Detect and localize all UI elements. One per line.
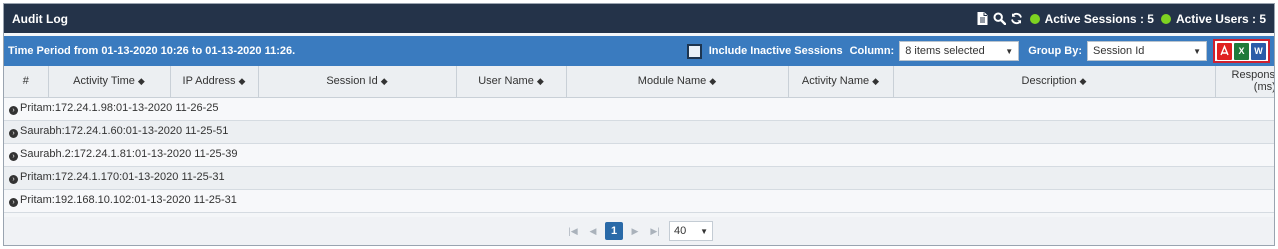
- group-label: Saurabh.2:172.24.1.81:01-13-2020 11-25-3…: [20, 148, 238, 160]
- filter-controls: Include Inactive Sessions Column: 8 item…: [686, 39, 1270, 63]
- group-row[interactable]: › Pritam:192.168.10.102:01-13-2020 11-25-…: [4, 189, 1274, 213]
- active-sessions-status-icon: [1029, 13, 1040, 24]
- pdf-export-icon[interactable]: [1217, 42, 1232, 60]
- document-icon[interactable]: [976, 12, 989, 25]
- column-header-session-id[interactable]: Session Id ◆: [258, 66, 457, 98]
- page-size-value: 40: [674, 225, 687, 237]
- active-users-count[interactable]: Active Users : 5: [1176, 12, 1266, 26]
- previous-page-icon[interactable]: ◀: [585, 222, 601, 240]
- group-by-select[interactable]: Session Id ▼: [1087, 41, 1207, 61]
- filter-bar: Time Period from 01-13-2020 10:26 to 01-…: [4, 36, 1274, 66]
- chevron-down-icon: ▼: [700, 227, 708, 236]
- chevron-down-icon: ▼: [1005, 47, 1014, 56]
- page-number-button[interactable]: 1: [605, 222, 623, 240]
- pagination: |◀ ◀ 1 ▶ ▶| 40 ▼: [4, 217, 1274, 245]
- sort-icon: ◆: [872, 76, 880, 87]
- last-page-icon[interactable]: ▶|: [647, 222, 663, 240]
- group-label: Pritam:172.24.1.98:01-13-2020 11-26-25: [20, 102, 219, 114]
- include-inactive-label: Include Inactive Sessions: [708, 45, 843, 57]
- expand-chevron-icon[interactable]: ›: [9, 152, 18, 161]
- include-inactive-checkbox[interactable]: [686, 43, 702, 59]
- group-by-select-value: Session Id: [1093, 45, 1145, 57]
- column-header-index: #: [4, 66, 49, 98]
- title-bar: Audit Log Active Sessions : 5 Active Use…: [4, 4, 1274, 33]
- audit-log-panel: Audit Log Active Sessions : 5 Active Use…: [3, 3, 1275, 246]
- column-header-ip-address[interactable]: IP Address ◆: [170, 66, 259, 98]
- time-period-text: Time Period from 01-13-2020 10:26 to 01-…: [8, 45, 296, 57]
- sort-icon: ◆: [137, 76, 145, 87]
- sort-icon: ◆: [536, 76, 544, 87]
- sort-icon: ◆: [380, 76, 388, 87]
- sort-icon: ◆: [238, 76, 246, 87]
- expand-chevron-icon[interactable]: ›: [9, 106, 18, 115]
- next-page-icon[interactable]: ▶: [627, 222, 643, 240]
- group-row[interactable]: › Saurabh:172.24.1.60:01-13-2020 11-25-51: [4, 120, 1274, 144]
- column-header-user-name[interactable]: User Name ◆: [456, 66, 567, 98]
- column-header-module-name[interactable]: Module Name ◆: [566, 66, 789, 98]
- active-users-status-icon: [1160, 13, 1171, 24]
- refresh-icon[interactable]: [1010, 12, 1023, 25]
- title-toolbar: Active Sessions : 5 Active Users : 5: [976, 12, 1266, 26]
- expand-chevron-icon[interactable]: ›: [9, 198, 18, 207]
- column-select[interactable]: 8 items selected ▼: [899, 41, 1020, 61]
- page-size-select[interactable]: 40 ▼: [669, 221, 713, 241]
- column-header-response-time[interactable]: Response Time (ms)◆: [1215, 66, 1274, 98]
- audit-log-table: # Activity Time ◆ IP Address ◆ Session Id ◆…: [4, 66, 1274, 213]
- column-label: Column:: [849, 45, 895, 57]
- column-select-value: 8 items selected: [905, 45, 985, 57]
- sort-icon: ◆: [709, 76, 717, 87]
- expand-chevron-icon[interactable]: ›: [9, 129, 18, 138]
- export-buttons: X W: [1213, 39, 1270, 63]
- group-by-label: Group By:: [1028, 45, 1082, 57]
- word-export-icon[interactable]: W: [1251, 42, 1266, 60]
- group-label: Pritam:192.168.10.102:01-13-2020 11-25-3…: [20, 194, 237, 206]
- column-header-activity-time[interactable]: Activity Time ◆: [48, 66, 171, 98]
- column-header-description[interactable]: Description ◆: [893, 66, 1216, 98]
- page-title: Audit Log: [12, 11, 68, 26]
- excel-export-icon[interactable]: X: [1234, 42, 1249, 60]
- active-sessions-count[interactable]: Active Sessions : 5: [1045, 12, 1154, 26]
- sort-icon: ◆: [1079, 76, 1087, 87]
- search-icon[interactable]: [993, 12, 1006, 25]
- expand-chevron-icon[interactable]: ›: [9, 175, 18, 184]
- chevron-down-icon: ▼: [1193, 47, 1201, 56]
- group-label: Pritam:172.24.1.170:01-13-2020 11-25-31: [20, 171, 225, 183]
- group-row[interactable]: › Saurabh.2:172.24.1.81:01-13-2020 11-25-…: [4, 143, 1274, 167]
- column-header-activity-name[interactable]: Activity Name ◆: [788, 66, 894, 98]
- first-page-icon[interactable]: |◀: [565, 222, 581, 240]
- group-row[interactable]: › Pritam:172.24.1.170:01-13-2020 11-25-31: [4, 166, 1274, 190]
- table-header-row: # Activity Time ◆ IP Address ◆ Session Id ◆…: [4, 66, 1274, 98]
- group-label: Saurabh:172.24.1.60:01-13-2020 11-25-51: [20, 125, 229, 137]
- group-row[interactable]: › Pritam:172.24.1.98:01-13-2020 11-26-25: [4, 97, 1274, 121]
